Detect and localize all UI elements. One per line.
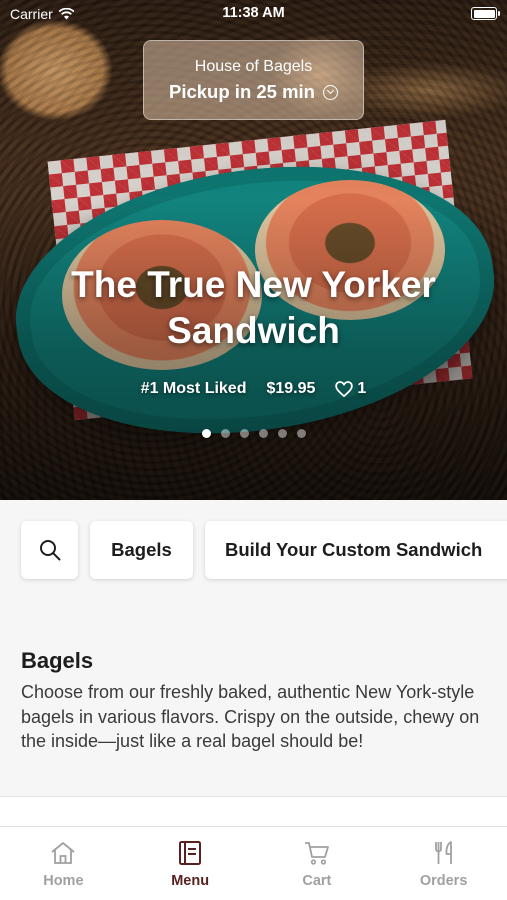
category-custom-sandwich[interactable]: Build Your Custom Sandwich [205, 521, 507, 579]
pager-dot[interactable] [220, 429, 230, 438]
battery-icon [471, 7, 500, 20]
pager-dot[interactable] [277, 429, 287, 438]
featured-price: $19.95 [266, 380, 316, 397]
menu-icon [179, 841, 202, 865]
cart-icon [304, 842, 329, 865]
featured-item-meta: #1 Most Liked $19.95 1 [0, 380, 507, 398]
search-button[interactable] [21, 521, 78, 579]
likes-count: 1 [357, 380, 367, 397]
search-icon [39, 540, 60, 561]
pager-dot[interactable] [296, 429, 306, 438]
featured-likes[interactable]: 1 [335, 380, 366, 398]
tab-label: Cart [302, 873, 332, 889]
pickup-eta-label: Pickup in 25 min [169, 81, 315, 102]
section-description: Choose from our freshly baked, authentic… [21, 682, 480, 751]
featured-badge: #1 Most Liked [140, 380, 247, 397]
pager-dot[interactable] [201, 429, 211, 438]
tab-bar: Home Menu Cart Orders [0, 826, 507, 900]
pager-dot[interactable] [258, 429, 268, 438]
heart-icon [335, 381, 354, 397]
list-top-edge [0, 796, 507, 826]
pickup-selector[interactable]: House of Bagels Pickup in 25 min [143, 40, 364, 120]
tab-label: Menu [171, 873, 210, 889]
tab-label: Home [43, 873, 84, 889]
status-bar: Carrier 11:38 AM [0, 0, 507, 28]
tab-label: Orders [419, 873, 468, 889]
carousel-pager[interactable] [0, 429, 507, 438]
category-bar: Bagels Build Your Custom Sandwich [0, 500, 507, 600]
orders-icon [434, 841, 452, 864]
featured-title-line2: Sandwich [167, 310, 340, 351]
tab-home[interactable]: Home [0, 827, 127, 900]
clock: 11:38 AM [222, 5, 285, 21]
tab-cart[interactable]: Cart [254, 827, 381, 900]
pager-dot[interactable] [239, 429, 249, 438]
tab-orders[interactable]: Orders [380, 827, 507, 900]
home-icon [51, 842, 75, 864]
category-bagels[interactable]: Bagels [90, 521, 193, 579]
section-title: Bagels [21, 648, 94, 673]
featured-title-line1: The True New Yorker [71, 264, 436, 305]
chevron-down-icon [323, 84, 338, 100]
menu-section: Bagels Choose from our freshly baked, au… [0, 600, 507, 796]
store-name: House of Bagels [194, 58, 313, 75]
featured-item-title[interactable]: The True New Yorker Sandwich [0, 262, 507, 354]
pickup-eta: Pickup in 25 min [144, 81, 363, 103]
tab-menu[interactable]: Menu [127, 827, 254, 900]
